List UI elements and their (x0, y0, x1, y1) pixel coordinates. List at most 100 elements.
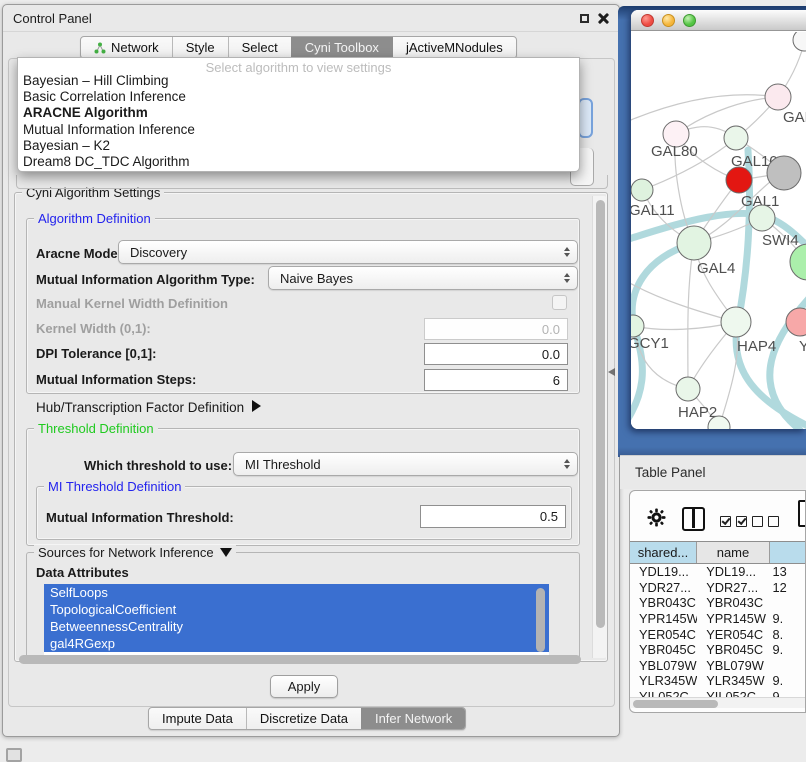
tab-infer-network[interactable]: Infer Network (361, 708, 465, 729)
network-graph[interactable]: GALGAL80GAL10GAL1GAL11SWI4GAL4GCY1HAP4YH… (631, 32, 806, 429)
tab-label: jActiveMNodules (406, 40, 503, 55)
dropdown-item-selected[interactable]: ARACNE Algorithm (18, 105, 579, 121)
float-window-icon[interactable] (580, 14, 589, 23)
network-node[interactable] (677, 226, 711, 260)
mi-steps-label: Mutual Information Steps: (36, 372, 196, 387)
column-header-name[interactable]: name (697, 542, 770, 563)
network-node[interactable] (726, 167, 752, 193)
scrollbar-thumb[interactable] (19, 655, 581, 664)
network-node[interactable] (786, 308, 806, 336)
close-icon[interactable] (598, 13, 609, 24)
column-header-cut[interactable] (770, 542, 805, 563)
scrollbar-thumb[interactable] (633, 700, 718, 708)
panel-title: Control Panel (13, 11, 92, 26)
scrollbar-thumb[interactable] (596, 200, 605, 628)
split-columns-icon[interactable] (682, 507, 705, 531)
gear-icon[interactable] (647, 508, 666, 527)
cell: YBL079W (630, 658, 697, 673)
column-header-shared-name[interactable]: shared... (630, 542, 697, 563)
attribute-item-selected[interactable]: SelfLoops (44, 584, 549, 601)
aracne-mode-select[interactable]: Discovery (118, 240, 578, 264)
table-row[interactable]: YDR27... YDR27... 12 (630, 580, 805, 596)
selected-value: Naive Bayes (280, 271, 353, 286)
dropdown-item[interactable]: Bayesian – K2 (18, 138, 579, 154)
attribute-list-scrollbar[interactable] (536, 588, 545, 652)
network-node-label: GAL4 (697, 260, 735, 277)
table-row[interactable]: YBL079W YBL079W (630, 658, 805, 674)
network-canvas[interactable]: GALGAL80GAL10GAL1GAL11SWI4GAL4GCY1HAP4YH… (631, 32, 806, 429)
table-row[interactable]: YBR043C YBR043C (630, 595, 805, 611)
tab-cyni-toolbox[interactable]: Cyni Toolbox (291, 37, 392, 58)
hub-section-toggle[interactable]: Hub/Transcription Factor Definition (36, 400, 261, 415)
network-node[interactable] (721, 307, 751, 337)
table-row[interactable]: YPR145W YPR145W 9. (630, 611, 805, 627)
attribute-item-selected[interactable]: BetweennessCentrality (44, 618, 549, 635)
minimize-traffic-light-icon[interactable] (662, 14, 675, 27)
table-row[interactable]: YBR045C YBR045C 9. (630, 642, 805, 658)
cell: YBR043C (630, 595, 697, 610)
data-attributes-list[interactable]: SelfLoops TopologicalCoefficient Between… (44, 584, 549, 660)
dropdown-item[interactable]: Mutual Information Inference (18, 122, 579, 138)
stepper-arrows-icon (564, 459, 570, 469)
zoom-traffic-light-icon[interactable] (683, 14, 696, 27)
table-header-row: shared... name (630, 541, 805, 564)
dropdown-prompt: Select algorithm to view settings (18, 58, 579, 73)
manual-kernel-width-checkbox[interactable] (552, 295, 567, 310)
tab-jactivemnodules[interactable]: jActiveMNodules (392, 37, 516, 58)
tab-label: Infer Network (375, 711, 452, 726)
settings-vertical-scrollbar[interactable] (592, 196, 607, 658)
attribute-item-selected[interactable]: TopologicalCoefficient (44, 601, 549, 618)
dpi-tolerance-field[interactable]: 0.0 (424, 343, 568, 365)
mi-type-label: Mutual Information Algorithm Type: (36, 272, 255, 287)
deselect-all-checkbox-icon2 (768, 516, 779, 527)
network-node[interactable] (793, 32, 806, 51)
table-panel-header: Table Panel (620, 455, 806, 489)
mi-steps-field[interactable]: 6 (424, 369, 568, 391)
tab-select[interactable]: Select (228, 37, 291, 58)
network-window-titlebar[interactable] (631, 10, 806, 31)
tab-discretize-data[interactable]: Discretize Data (246, 708, 361, 729)
expanded-arrow-icon[interactable] (220, 548, 232, 557)
file-icon[interactable] (798, 500, 806, 527)
tab-network[interactable]: Network (81, 37, 172, 58)
network-node[interactable] (790, 244, 806, 280)
dropdown-item[interactable]: Bayesian – Hill Climbing (18, 73, 579, 89)
network-icon (94, 42, 106, 54)
network-node[interactable] (631, 179, 653, 201)
network-node-label: GAL11 (631, 202, 675, 219)
network-node[interactable] (724, 126, 748, 150)
table-row[interactable]: YLR345W YLR345W 9. (630, 673, 805, 689)
mi-algorithm-type-select[interactable]: Naive Bayes (268, 266, 578, 290)
network-node[interactable] (765, 84, 791, 110)
table-toolbar (630, 491, 805, 539)
hidden-focused-combo-fragment (578, 98, 593, 138)
cell: 8. (770, 627, 805, 642)
network-node[interactable] (767, 156, 801, 190)
kernel-width-field[interactable]: 0.0 (424, 318, 568, 340)
close-traffic-light-icon[interactable] (641, 14, 654, 27)
tab-style[interactable]: Style (172, 37, 228, 58)
dropdown-item[interactable]: Dream8 DC_TDC Algorithm (18, 154, 579, 170)
table-row[interactable]: YIL052C YIL052C 9. (630, 689, 805, 697)
network-node[interactable] (676, 377, 700, 401)
field-value: 6 (553, 373, 560, 388)
network-node[interactable] (749, 205, 775, 231)
node-table[interactable]: shared... name YDL19... YDL19... 13 YDR2… (630, 541, 805, 697)
table-horizontal-scrollbar[interactable] (630, 697, 805, 708)
network-node-label: HAP4 (737, 338, 776, 355)
table-row[interactable]: YDL19... YDL19... 13 (630, 564, 805, 580)
table-row[interactable]: YER054C YER054C 8. (630, 626, 805, 642)
network-node[interactable] (631, 315, 644, 337)
apply-button[interactable]: Apply (270, 675, 338, 698)
settings-horizontal-scrollbar[interactable] (17, 654, 587, 666)
tab-impute-data[interactable]: Impute Data (149, 708, 246, 729)
collapsed-panel-icon[interactable] (6, 748, 22, 762)
selected-value: Discovery (130, 245, 187, 260)
which-threshold-select[interactable]: MI Threshold (233, 452, 578, 476)
deselect-all-checkbox-icon[interactable] (752, 516, 763, 527)
attribute-item-selected[interactable]: gal4RGexp (44, 635, 549, 652)
tab-label: Impute Data (162, 711, 233, 726)
mi-threshold-field[interactable]: 0.5 (420, 505, 566, 528)
select-all-checkbox-icon[interactable] (720, 516, 731, 527)
dropdown-item[interactable]: Basic Correlation Inference (18, 89, 579, 105)
